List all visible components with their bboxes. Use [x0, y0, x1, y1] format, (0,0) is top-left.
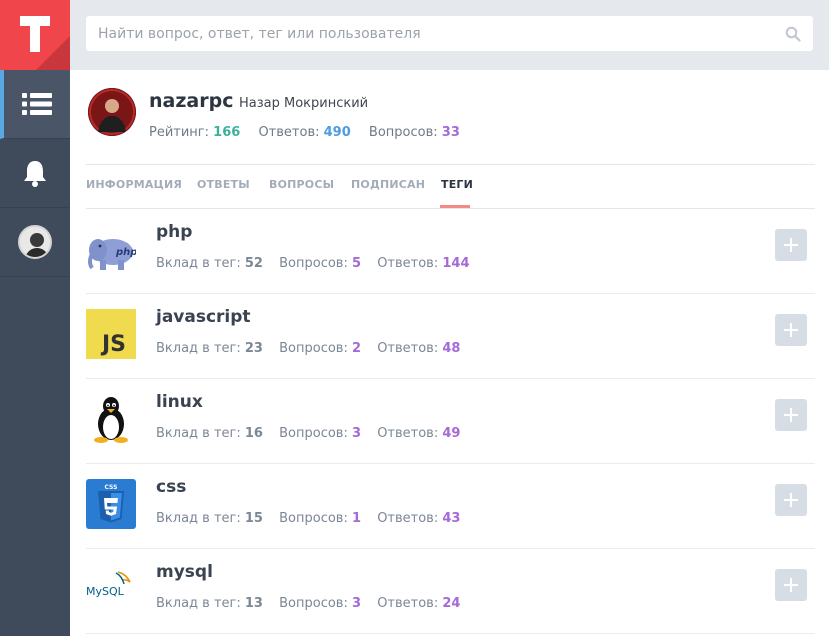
answers-value: 144 [442, 256, 470, 271]
answers-value: 48 [442, 341, 461, 356]
search-input[interactable] [86, 16, 776, 51]
contrib-label: Вклад в тег: [156, 596, 241, 611]
list-icon [22, 93, 52, 115]
top-bar [70, 0, 829, 70]
tag-stats: Вклад в тег: 16 Вопросов: 3 Ответов: 49 [156, 426, 472, 441]
tag-name[interactable]: javascript [156, 307, 251, 327]
list-item: CSS css Вклад в тег: 15 Вопросов: 1 Отве… [86, 464, 815, 549]
questions-value: 5 [352, 256, 362, 271]
stat-rating: Рейтинг: 166 [149, 125, 240, 140]
subscribe-tag-button[interactable] [775, 314, 807, 346]
questions-value: 3 [352, 596, 362, 611]
tag-stats: Вклад в тег: 23 Вопросов: 2 Ответов: 48 [156, 341, 472, 356]
svg-text:php: php [115, 247, 136, 258]
mysql-icon-text: MySQL [86, 585, 125, 598]
tag-name[interactable]: mysql [156, 562, 213, 582]
tag-stats: Вклад в тег: 13 Вопросов: 3 Ответов: 24 [156, 596, 472, 611]
stat-answers-label: Ответов: [258, 125, 320, 140]
contrib-value: 52 [244, 256, 263, 271]
list-item: linux Вклад в тег: 16 Вопросов: 3 Ответо… [86, 379, 815, 464]
site-logo[interactable] [0, 0, 70, 70]
contrib-value: 16 [244, 426, 263, 441]
sidebar-item-feed[interactable] [0, 70, 70, 139]
profile-header: nazarpc Назар Мокринский Рейтинг: 166 От… [86, 86, 815, 165]
tag-stats: Вклад в тег: 15 Вопросов: 1 Ответов: 43 [156, 511, 472, 526]
contrib-label: Вклад в тег: [156, 256, 241, 271]
contrib-value: 13 [244, 596, 263, 611]
php-elephant-icon[interactable]: php [86, 224, 137, 274]
stat-rating-value: 166 [213, 125, 241, 140]
stat-rating-label: Рейтинг: [149, 125, 210, 140]
profile-fullname: Назар Мокринский [239, 96, 369, 111]
stat-answers: Ответов: 490 [258, 125, 350, 140]
tux-penguin-icon[interactable] [86, 394, 136, 444]
sidebar-item-profile[interactable] [0, 208, 70, 277]
mysql-logo-icon[interactable]: MySQL [86, 564, 136, 614]
contrib-label: Вклад в тег: [156, 426, 241, 441]
stat-answers-value: 490 [323, 125, 351, 140]
answers-label: Ответов: [377, 426, 439, 441]
bell-icon [24, 161, 46, 187]
sidebar-item-notifications[interactable] [0, 139, 70, 208]
tag-stats: Вклад в тег: 52 Вопросов: 5 Ответов: 144 [156, 256, 482, 271]
questions-value: 3 [352, 426, 362, 441]
sidebar [0, 0, 70, 636]
stat-questions-value: 33 [441, 125, 460, 140]
search-icon[interactable] [785, 26, 801, 42]
avatar [18, 225, 52, 259]
list-item: MySQL mysql Вклад в тег: 13 Вопросов: 3 … [86, 549, 815, 634]
profile-username[interactable]: nazarpc [149, 90, 233, 112]
answers-label: Ответов: [377, 341, 439, 356]
search-box [86, 16, 813, 51]
answers-label: Ответов: [377, 596, 439, 611]
css3-icon-text: CSS [105, 484, 118, 491]
answers-value: 43 [442, 511, 461, 526]
subscribe-tag-button[interactable] [775, 569, 807, 601]
questions-label: Вопросов: [279, 426, 348, 441]
tag-name[interactable]: php [156, 222, 192, 242]
answers-label: Ответов: [377, 256, 439, 271]
answers-label: Ответов: [377, 511, 439, 526]
questions-value: 2 [352, 341, 362, 356]
tab-answers[interactable]: ОТВЕТЫ [197, 178, 250, 191]
js-icon-text: JS [100, 332, 126, 357]
contrib-value: 23 [244, 341, 263, 356]
contrib-label: Вклад в тег: [156, 341, 241, 356]
app-root: nazarpc Назар Мокринский Рейтинг: 166 От… [0, 0, 829, 636]
answers-value: 49 [442, 426, 461, 441]
contrib-label: Вклад в тег: [156, 511, 241, 526]
tag-name[interactable]: css [156, 477, 186, 497]
js-icon[interactable]: JS [86, 309, 136, 359]
tab-tags[interactable]: ТЕГИ [441, 178, 473, 191]
questions-label: Вопросов: [279, 596, 348, 611]
subscribe-tag-button[interactable] [775, 484, 807, 516]
stat-questions-label: Вопросов: [368, 125, 438, 140]
tab-info[interactable]: ИНФОРМАЦИЯ [86, 178, 182, 191]
list-item: php php Вклад в тег: 52 Вопросов: 5 Отве… [86, 209, 815, 294]
questions-value: 1 [352, 511, 362, 526]
tab-questions[interactable]: ВОПРОСЫ [269, 178, 334, 191]
stat-questions: Вопросов: 33 [369, 125, 460, 140]
questions-label: Вопросов: [279, 511, 348, 526]
questions-label: Вопросов: [279, 341, 348, 356]
css3-shield-icon[interactable]: CSS [86, 479, 136, 529]
tag-name[interactable]: linux [156, 392, 203, 412]
contrib-value: 15 [244, 511, 263, 526]
profile-tabs: ИНФОРМАЦИЯ ОТВЕТЫ ВОПРОСЫ ПОДПИСАН ТЕГИ [86, 165, 815, 209]
tab-subscribed[interactable]: ПОДПИСАН [351, 178, 425, 191]
subscribe-tag-button[interactable] [775, 399, 807, 431]
subscribe-tag-button[interactable] [775, 229, 807, 261]
questions-label: Вопросов: [279, 256, 348, 271]
tab-active-indicator [440, 205, 470, 208]
answers-value: 24 [442, 596, 461, 611]
profile-avatar[interactable] [88, 88, 136, 136]
profile-stats: Рейтинг: 166 Ответов: 490 Вопросов: 33 [149, 125, 474, 140]
list-item: JS javascript Вклад в тег: 23 Вопросов: … [86, 294, 815, 379]
logo-t-icon [20, 16, 50, 52]
